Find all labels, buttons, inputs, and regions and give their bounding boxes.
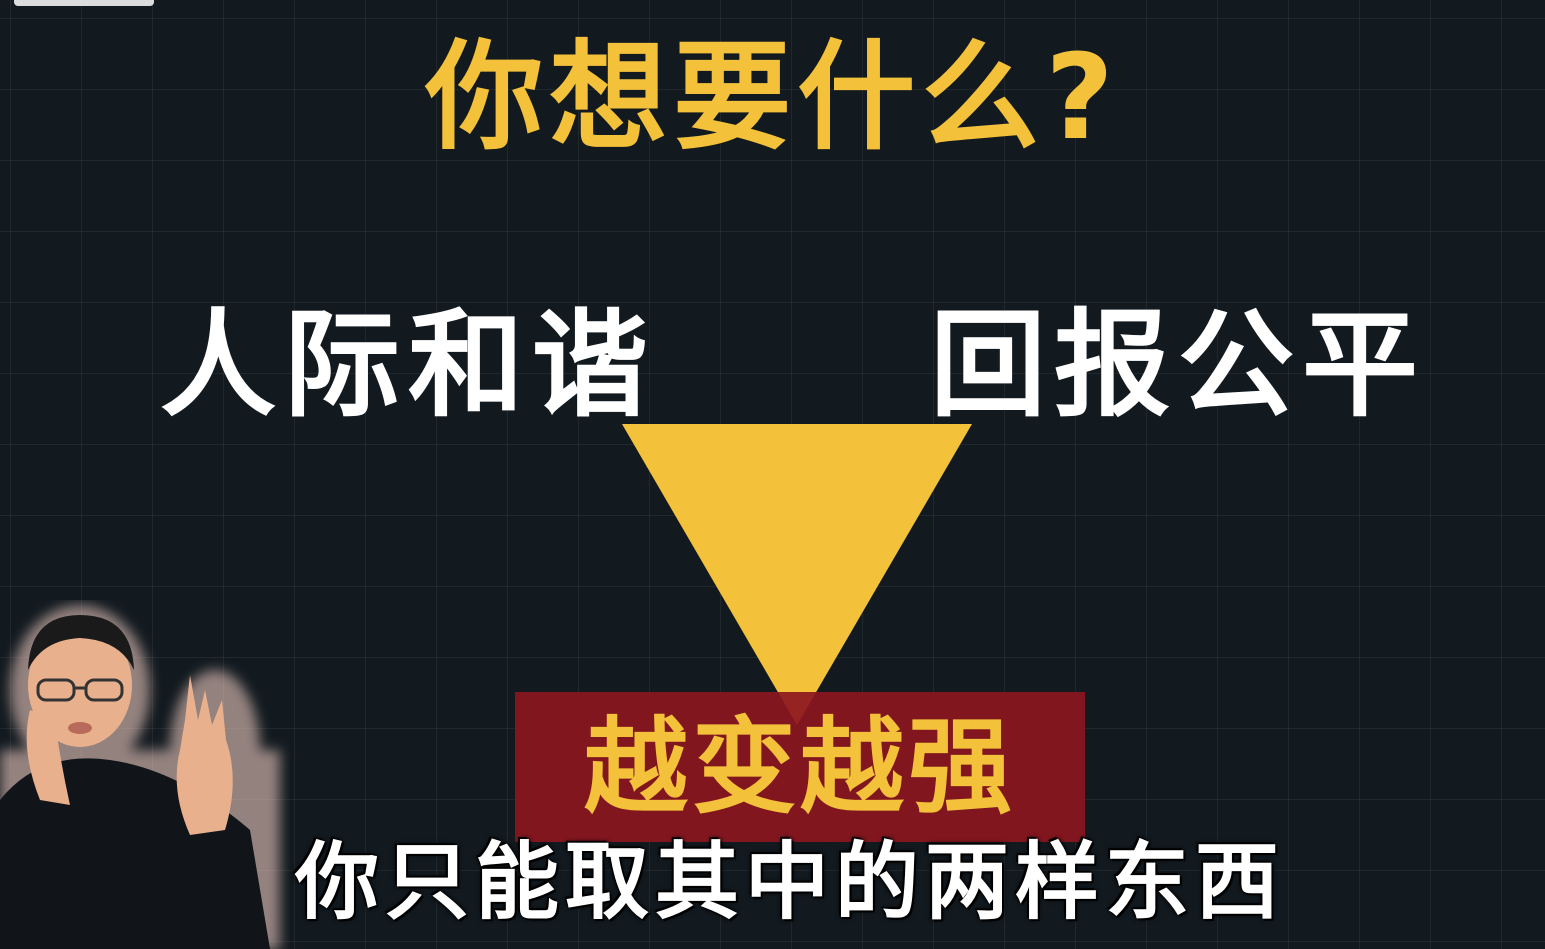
node-grow-stronger: 越变越强 (583, 706, 1016, 828)
subtitle-caption: 你只能取其中的两样东西 (294, 833, 1285, 931)
triangle-shape (622, 424, 972, 725)
